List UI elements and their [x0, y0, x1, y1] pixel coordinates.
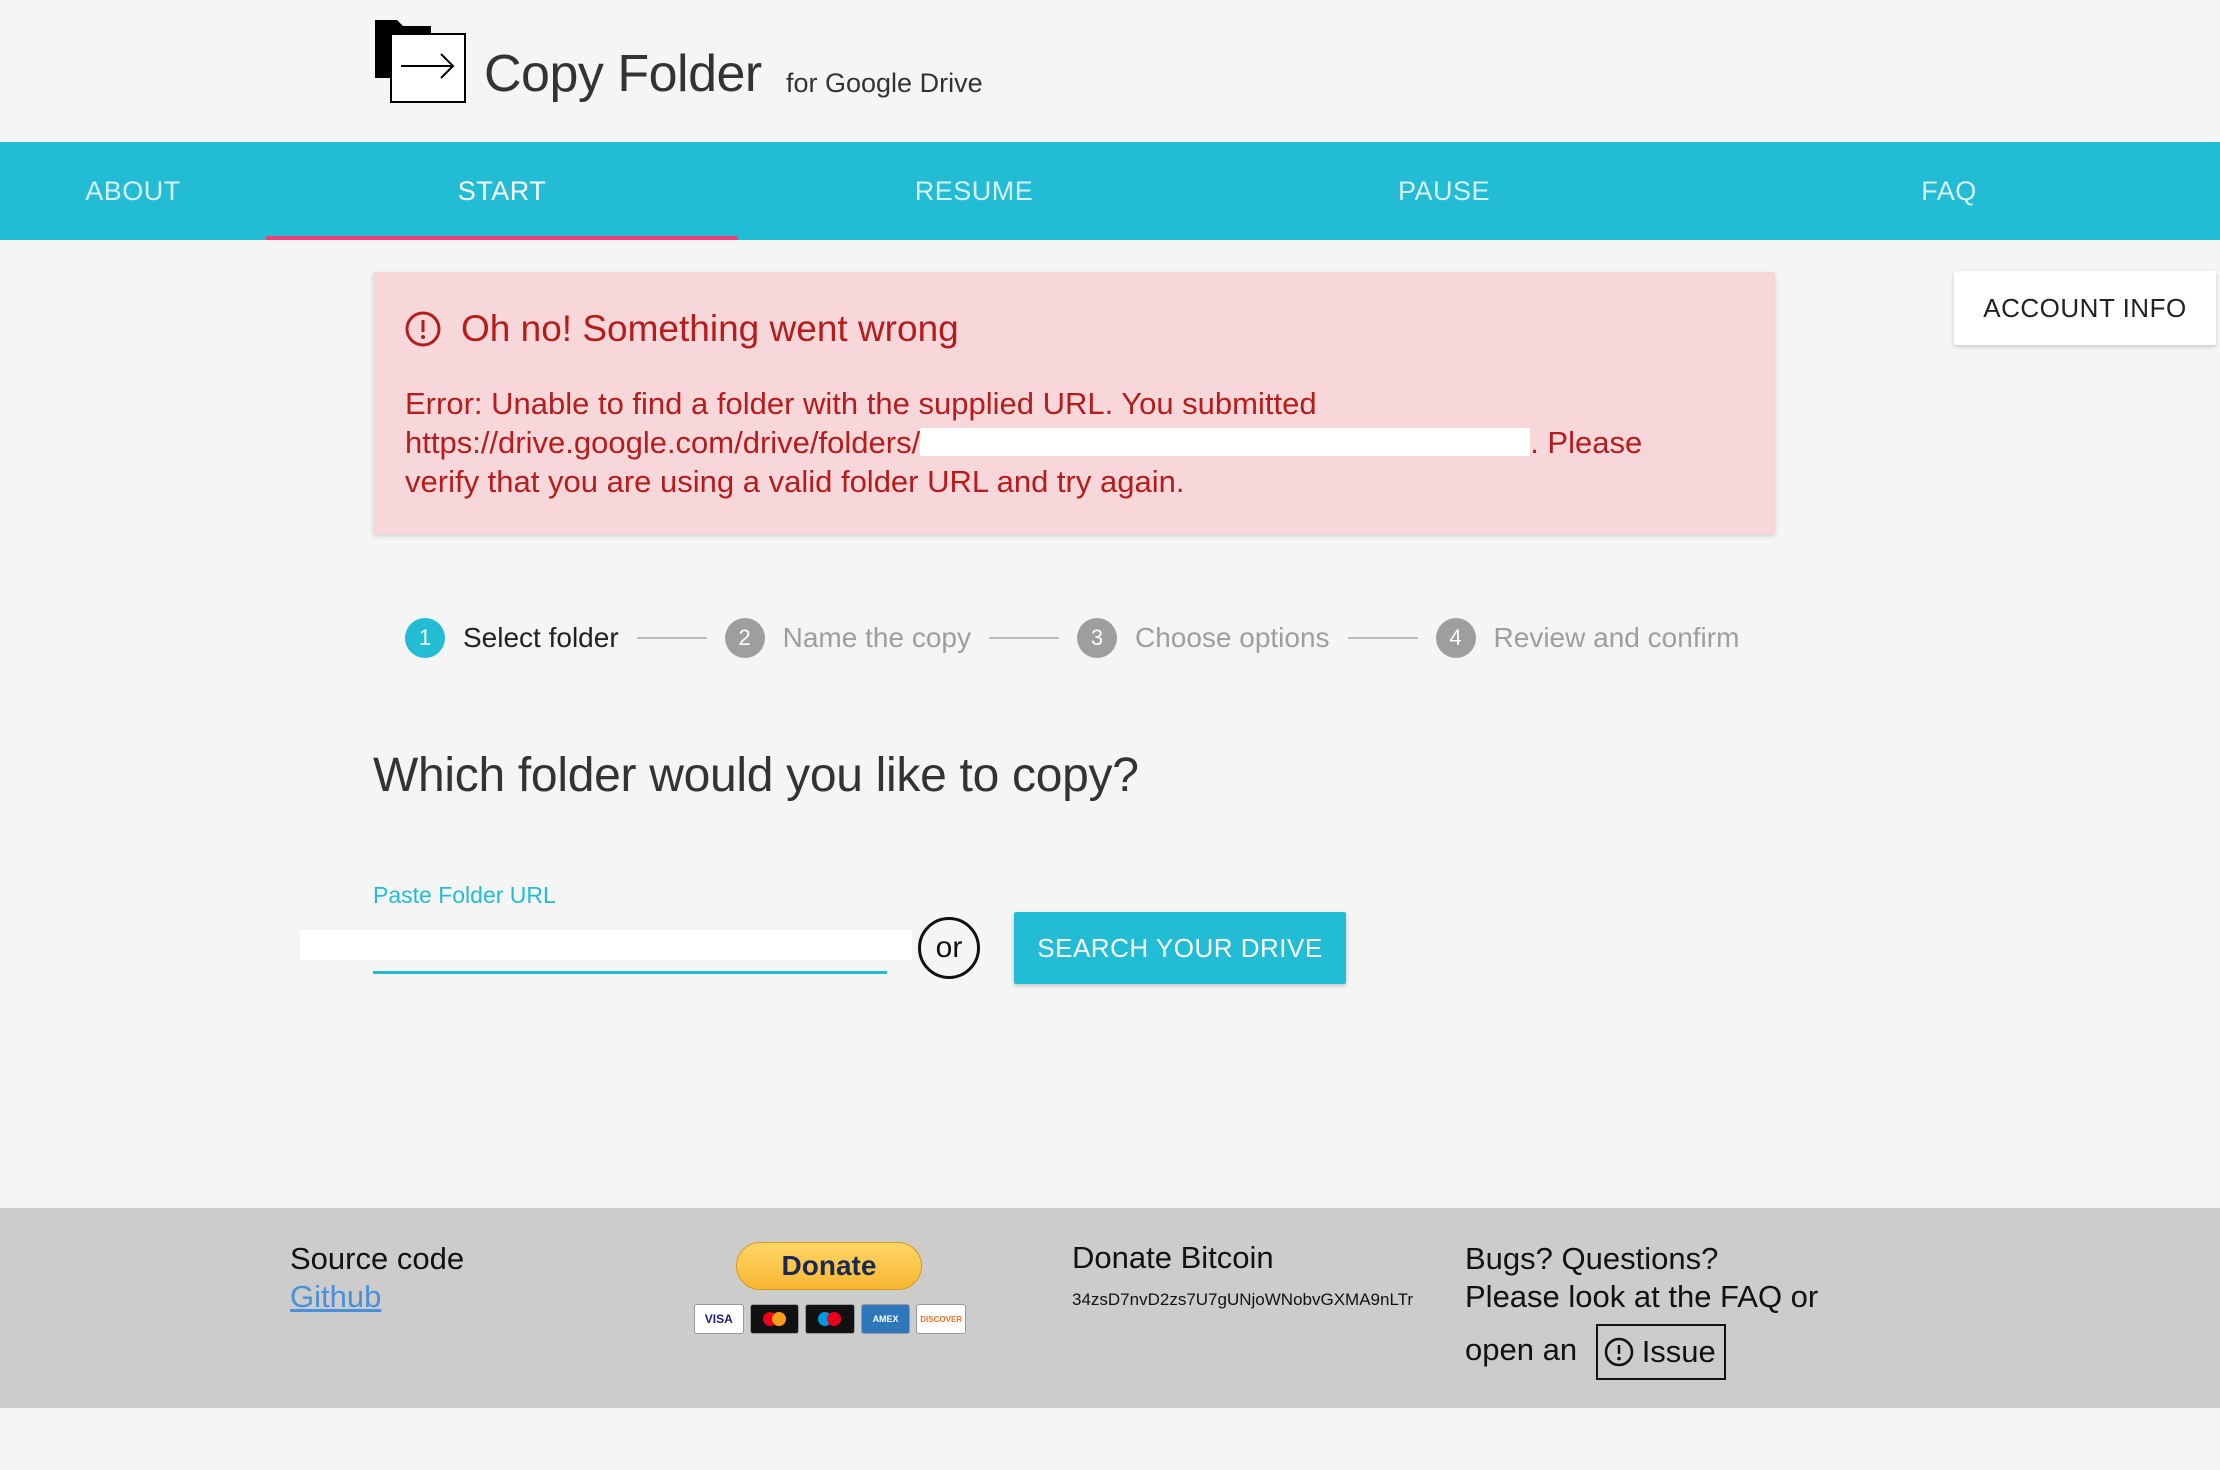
- issue-opened-icon: [1604, 1337, 1633, 1367]
- app-header: Copy Folder for Google Drive: [0, 0, 2220, 142]
- maestro-card-icon: [805, 1304, 855, 1334]
- error-line-1: Error: Unable to find a folder with the …: [405, 386, 1317, 421]
- app-title: Copy Folder: [484, 45, 762, 103]
- search-drive-button[interactable]: SEARCH YOUR DRIVE: [1014, 912, 1346, 984]
- issue-label: Issue: [1641, 1334, 1716, 1369]
- copy-folder-logo-icon: [375, 20, 466, 103]
- page-footer: Source code Github Donate VISA AMEX DISC…: [0, 1208, 2220, 1408]
- discover-card-icon: DISCOVER: [916, 1304, 966, 1334]
- source-title: Source code: [290, 1241, 465, 1276]
- app-subtitle: for Google Drive: [786, 68, 983, 98]
- step-label: Choose options: [1134, 622, 1330, 653]
- paypal-donate-button[interactable]: Donate: [736, 1242, 922, 1290]
- tab-label: PAUSE: [1397, 175, 1491, 206]
- tab-label: ABOUT: [85, 175, 181, 206]
- footer-bitcoin: Donate Bitcoin 34zsD7nvD2zs7U7gUNjoWNobv…: [1072, 1240, 1413, 1310]
- tab-pause[interactable]: PAUSE: [1210, 142, 1678, 240]
- url-field-label: Paste Folder URL: [373, 882, 556, 908]
- bugs-line-1: Please look at the FAQ or: [1465, 1279, 1819, 1314]
- step-name-copy: 2 Name the copy: [724, 618, 971, 658]
- step-connector: [988, 637, 1059, 639]
- bugs-title: Bugs? Questions?: [1465, 1241, 1719, 1276]
- footer-bugs: Bugs? Questions? Please look at the FAQ …: [1465, 1240, 1818, 1380]
- step-review-confirm: 4 Review and confirm: [1435, 618, 1740, 658]
- step-connector: [636, 637, 707, 639]
- bugs-line-2: open an: [1465, 1332, 1578, 1368]
- github-link[interactable]: Github: [290, 1278, 464, 1316]
- tab-start[interactable]: START: [266, 142, 738, 240]
- bitcoin-address: 34zsD7nvD2zs7U7gUNjoWNobvGXMA9nLTr: [1072, 1290, 1414, 1309]
- error-line-2-suffix: . Please: [1530, 425, 1643, 460]
- error-line-3: verify that you are using a valid folder…: [405, 464, 1185, 499]
- step-select-folder: 1 Select folder: [405, 618, 619, 658]
- error-url-prefix: https://drive.google.com/drive/folders/: [405, 425, 921, 460]
- progress-stepper: 1 Select folder 2 Name the copy 3 Choose…: [405, 616, 1739, 660]
- step-connector: [1347, 637, 1418, 639]
- bugs-line-2-row: open an Issue: [1465, 1324, 1818, 1380]
- page-question: Which folder would you like to copy?: [373, 749, 1139, 802]
- step-number: 3: [1076, 618, 1117, 658]
- step-label: Name the copy: [782, 622, 971, 653]
- donate-section: Donate VISA AMEX DISCOVER: [694, 1242, 966, 1334]
- step-number: 2: [724, 618, 765, 658]
- redacted-block: [920, 427, 1531, 456]
- tab-label: START: [457, 175, 547, 206]
- card-logos: VISA AMEX DISCOVER: [694, 1304, 966, 1334]
- tab-about[interactable]: ABOUT: [0, 142, 266, 240]
- step-label: Review and confirm: [1493, 622, 1740, 653]
- error-title-row: Oh no! Something went wrong: [405, 308, 959, 350]
- account-info-button[interactable]: ACCOUNT INFO: [1954, 271, 2216, 345]
- step-number: 4: [1435, 618, 1476, 658]
- tab-label: FAQ: [1921, 175, 1977, 206]
- step-choose-options: 3 Choose options: [1076, 618, 1330, 658]
- or-divider: or: [918, 917, 980, 979]
- footer-source: Source code Github: [290, 1240, 464, 1316]
- mastercard-card-icon: [749, 1304, 800, 1334]
- tab-resume[interactable]: RESUME: [738, 142, 1210, 240]
- step-label: Select folder: [463, 622, 619, 653]
- alert-circle-icon: [405, 311, 441, 347]
- redacted-block: [300, 930, 912, 960]
- visa-card-icon: VISA: [694, 1304, 744, 1334]
- amex-card-icon: AMEX: [860, 1304, 911, 1334]
- tab-label: RESUME: [914, 175, 1034, 206]
- main-nav: ABOUT START RESUME PAUSE FAQ: [0, 142, 2220, 240]
- error-title: Oh no! Something went wrong: [461, 308, 959, 349]
- tab-faq[interactable]: FAQ: [1678, 142, 2220, 240]
- error-alert: Oh no! Something went wrong Error: Unabl…: [373, 272, 1775, 534]
- error-message: Error: Unable to find a folder with the …: [405, 384, 1755, 501]
- github-issue-button[interactable]: Issue: [1595, 1324, 1726, 1380]
- bitcoin-title: Donate Bitcoin: [1072, 1240, 1274, 1275]
- step-number: 1: [405, 618, 445, 658]
